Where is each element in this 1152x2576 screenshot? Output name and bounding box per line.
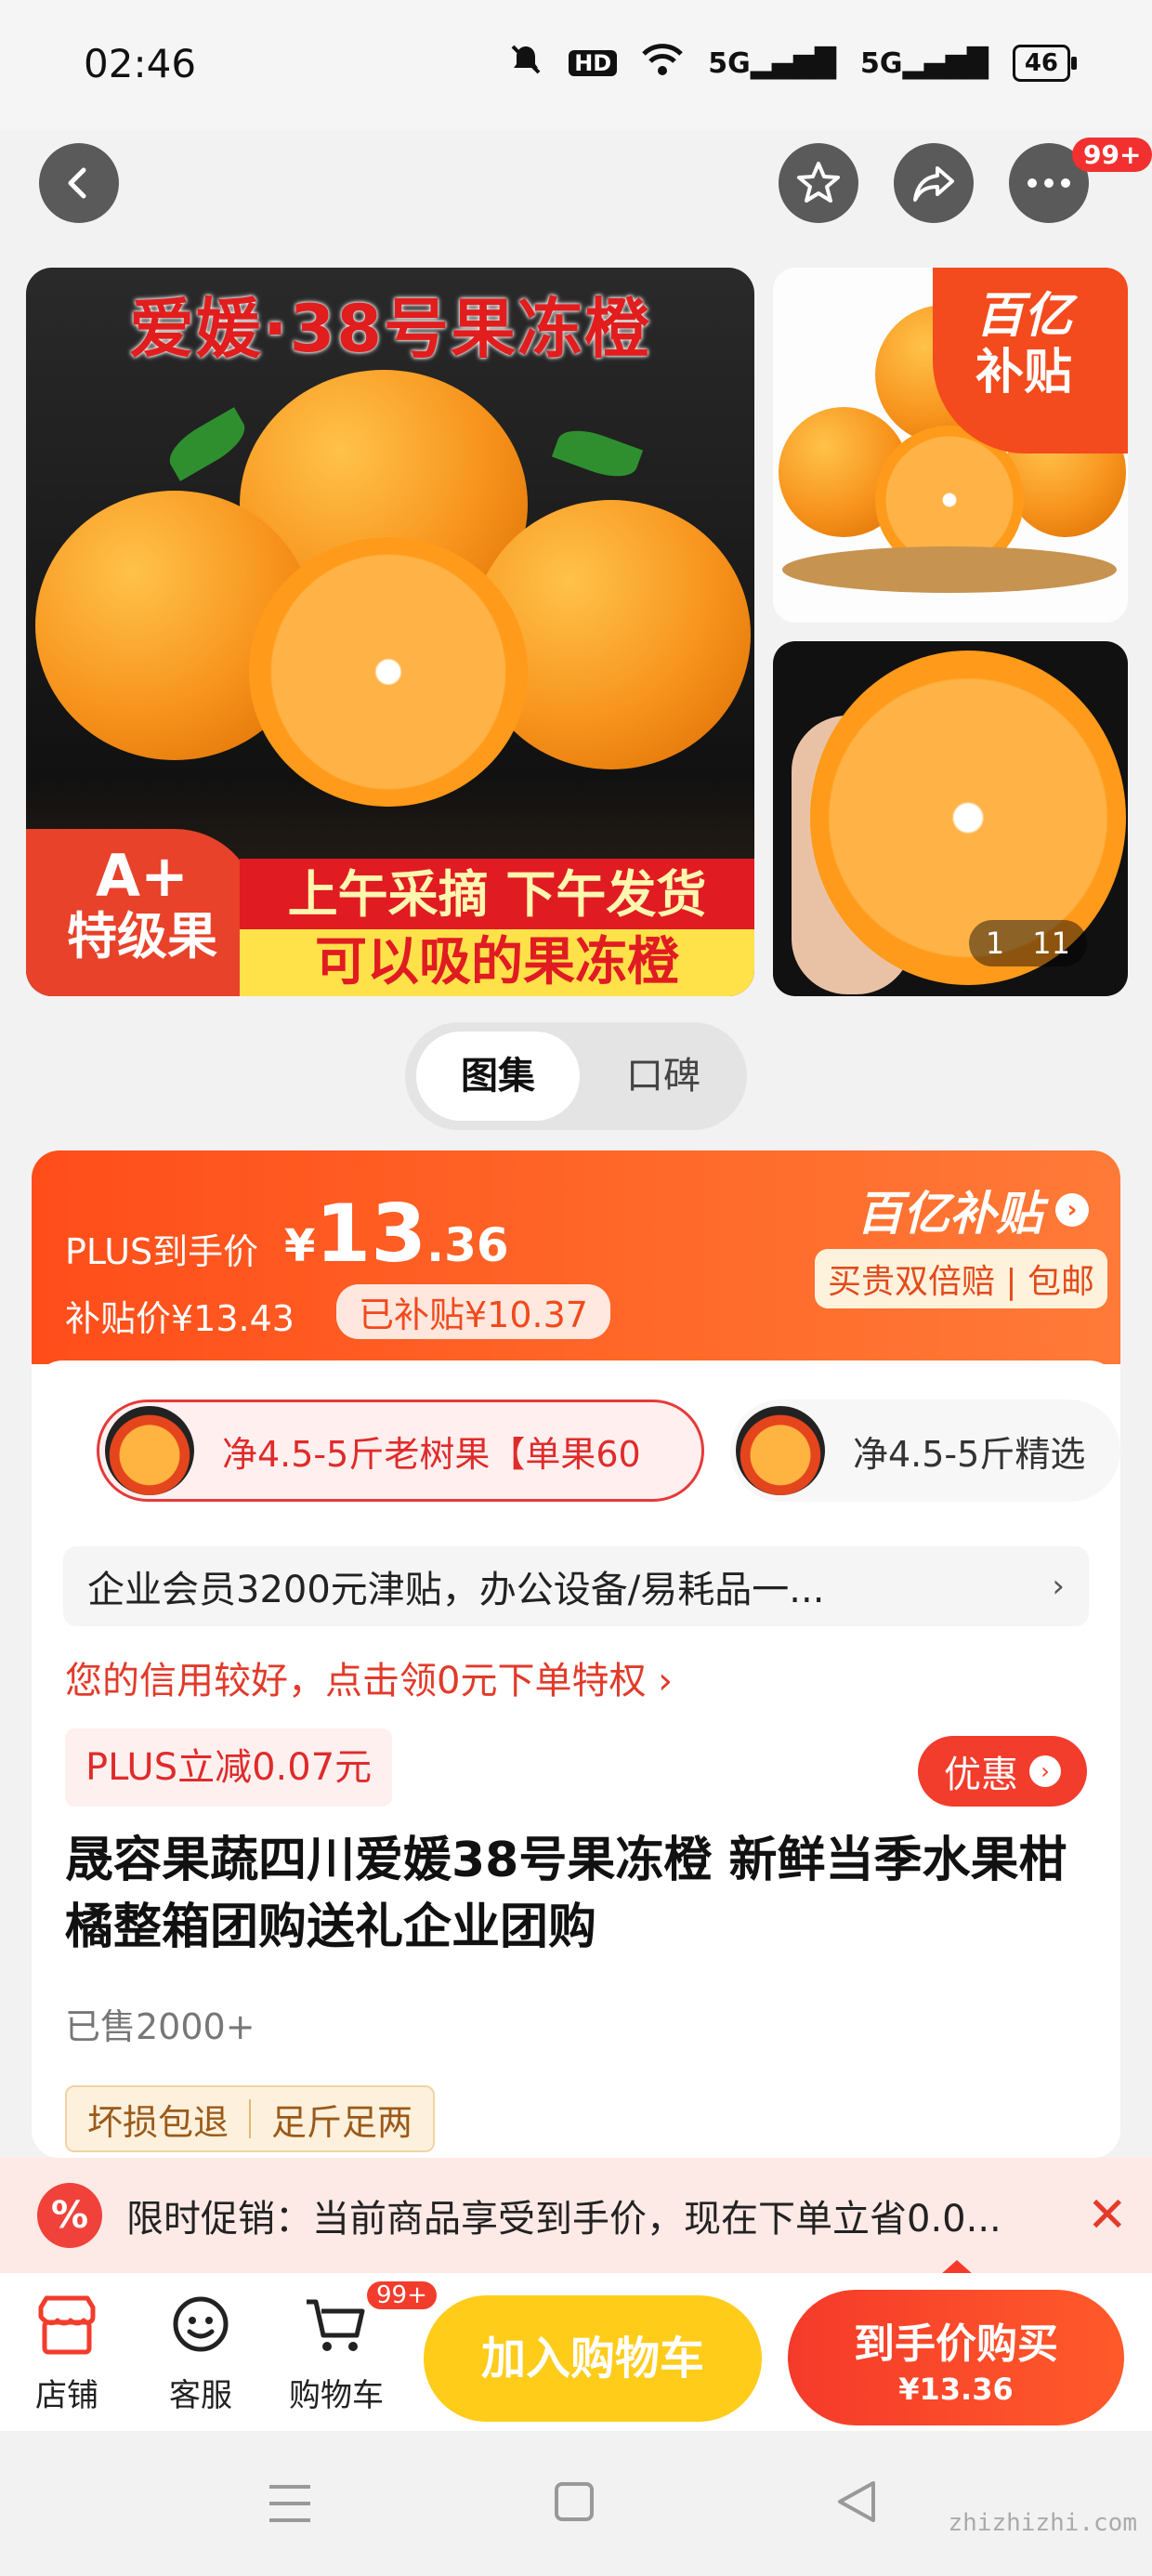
offer-button-label: 优惠 xyxy=(944,1754,1018,1796)
subsidized-amount: 已补贴¥10.37 xyxy=(336,1284,610,1339)
share-button[interactable] xyxy=(894,143,974,223)
customer-service-label: 客服 xyxy=(169,2377,232,2414)
promo-banner[interactable]: % 限时促销：当前商品享受到手价，现在下单立省0.0... ✕ xyxy=(0,2158,1152,2273)
customer-service-button[interactable]: 客服 xyxy=(145,2288,256,2415)
cart-badge: 99+ xyxy=(364,2279,439,2312)
price-integer: 13 xyxy=(315,1188,427,1281)
main-product-image[interactable]: 爱媛·38号果冻橙 A+ 特级果 上午采摘 下午发货 可以吸的果冻橙 xyxy=(26,268,754,996)
image-counter: 1 11 xyxy=(968,920,1087,966)
slogan-banner-1: 上午采摘 下午发货 xyxy=(240,859,754,931)
variant-label: 净4.5-5斤老树果【单果60 xyxy=(222,1433,641,1475)
status-time: 02:46 xyxy=(84,41,197,86)
chevron-right-icon: › xyxy=(1052,1568,1065,1605)
sold-count: 已售2000+ xyxy=(65,2006,255,2047)
chevron-right-icon: › xyxy=(1055,1193,1089,1227)
image-counter-current: 1 xyxy=(985,926,1005,961)
more-icon xyxy=(1028,178,1070,188)
promo-text: 限时促销：当前商品享受到手价，现在下单立省0.0... xyxy=(126,2198,1001,2241)
enterprise-benefit-text: 企业会员3200元津贴，办公设备/易耗品一... xyxy=(87,1569,825,1611)
billion-subsidy-tag-line1: 百亿 xyxy=(975,288,1073,344)
cart-icon: 99+ xyxy=(299,2279,439,2362)
product-title: 晟容果蔬四川爱媛38号果冻橙 新鲜当季水果柑橘整箱团购送礼企业团购 xyxy=(65,1833,1067,1955)
mute-icon xyxy=(507,41,544,85)
leaf-graphic xyxy=(162,407,253,481)
variant-thumbnail xyxy=(105,1406,194,1495)
more-badge: 99+ xyxy=(1072,138,1152,172)
grade-badge-line2: 特级果 xyxy=(67,907,217,966)
home-icon[interactable] xyxy=(554,2481,595,2522)
final-price: ¥13.36 xyxy=(284,1188,509,1281)
service-guarantees[interactable]: 坏损包退 足斤足两 xyxy=(65,2085,436,2152)
battery-icon: 46 xyxy=(1012,45,1078,82)
buy-now-price: ¥13.36 xyxy=(898,2372,1014,2407)
plus-price-label: PLUS到手价 xyxy=(65,1231,259,1272)
guarantee-tag: 足斤足两 xyxy=(271,2101,413,2143)
side-product-image-2[interactable]: 1 11 xyxy=(773,641,1128,996)
guarantee-tag: 坏损包退 xyxy=(87,2101,229,2143)
store-label: 店铺 xyxy=(35,2377,98,2414)
cart-button[interactable]: 99+ 购物车 xyxy=(281,2279,439,2415)
wooden-plate-graphic xyxy=(782,546,1117,593)
discount-icon: % xyxy=(37,2183,102,2248)
variant-option[interactable]: 净4.5-5斤精选 xyxy=(730,1400,1120,1502)
price-decimal: .36 xyxy=(426,1218,509,1272)
star-icon xyxy=(797,162,840,203)
store-icon xyxy=(30,2288,104,2362)
product-details: 净4.5-5斤老树果【单果60 净4.5-5斤精选 企业会员3200元津贴，办公… xyxy=(32,1360,1120,2158)
store-button[interactable]: 店铺 xyxy=(11,2288,123,2415)
variant-thumbnail xyxy=(736,1406,825,1495)
wifi-icon xyxy=(641,43,684,84)
variant-label: 净4.5-5斤精选 xyxy=(853,1433,1086,1475)
billion-subsidy-title: 百亿补贴 xyxy=(857,1187,1042,1241)
image-counter-total: 11 xyxy=(1032,926,1070,961)
status-bar: 02:46 HD 5G▂▄▆█ 5G▂▄▆█ 46 xyxy=(0,0,1152,130)
chevron-right-icon: › xyxy=(1029,1755,1061,1787)
back-icon xyxy=(68,167,86,199)
image-gallery[interactable]: 爱媛·38号果冻橙 A+ 特级果 上午采摘 下午发货 可以吸的果冻橙 百亿 补贴… xyxy=(26,268,1128,996)
buy-now-label: 到手价购买 xyxy=(854,2320,1058,2368)
grade-badge: A+ 特级果 xyxy=(26,829,258,996)
buy-now-button[interactable]: 到手价购买 ¥13.36 xyxy=(788,2290,1124,2425)
grade-badge-line1: A+ xyxy=(96,842,189,910)
side-product-image-1[interactable]: 百亿 补贴 xyxy=(773,268,1128,623)
subsidy-price: 补贴价¥13.43 xyxy=(65,1298,295,1339)
gallery-tabs: 图集 口碑 xyxy=(405,1022,747,1130)
close-icon[interactable]: ✕ xyxy=(1087,2188,1128,2243)
system-navigation-bar xyxy=(0,2431,1152,2576)
chat-icon xyxy=(164,2288,238,2362)
billion-subsidy-link[interactable]: 百亿补贴 › xyxy=(857,1176,1089,1243)
product-info-card: PLUS到手价 ¥13.36 补贴价¥13.43 已补贴¥10.37 百亿补贴 … xyxy=(32,1150,1120,2158)
signal-label: 5G xyxy=(708,46,751,80)
favorite-button[interactable] xyxy=(779,143,858,223)
tab-gallery[interactable]: 图集 xyxy=(416,1032,580,1121)
price-header: PLUS到手价 ¥13.36 补贴价¥13.43 已补贴¥10.37 百亿补贴 … xyxy=(32,1150,1120,1364)
currency-symbol: ¥ xyxy=(284,1220,316,1272)
status-icons: HD 5G▂▄▆█ 5G▂▄▆█ 46 xyxy=(507,41,1078,85)
back-button[interactable] xyxy=(39,143,119,223)
sliced-orange-graphic xyxy=(249,537,528,807)
menu-icon[interactable] xyxy=(268,2483,312,2524)
signal-icon: 5G▂▄▆█ xyxy=(708,46,837,80)
add-to-cart-button[interactable]: 加入购物车 xyxy=(424,2295,762,2422)
plus-discount-tag: PLUS立减0.07元 xyxy=(65,1728,393,1807)
image-title: 爱媛·38号果冻橙 xyxy=(128,291,651,367)
slogan-banner-2: 可以吸的果冻橙 xyxy=(240,929,754,996)
signal-icon: 5G▂▄▆█ xyxy=(860,46,988,80)
back-nav-icon[interactable] xyxy=(836,2479,877,2524)
billion-subsidy-tag-line2: 补贴 xyxy=(975,345,1073,401)
watermark: zhizhizhi.com xyxy=(948,2509,1138,2537)
tab-reviews[interactable]: 口碑 xyxy=(591,1032,736,1121)
credit-privilege-link[interactable]: 您的信用较好，点击领0元下单特权 › xyxy=(65,1650,673,1704)
billion-subsidy-tag: 百亿 补贴 xyxy=(933,268,1128,453)
price-guarantee-pill: 买贵双倍赔 | 包邮 xyxy=(814,1249,1107,1308)
bottom-action-bar: 店铺 客服 99+ 购物车 加入购物车 到手价购买 ¥13.36 xyxy=(0,2273,1152,2431)
leaf-graphic xyxy=(551,421,644,486)
enterprise-benefit-banner[interactable]: 企业会员3200元津贴，办公设备/易耗品一... › xyxy=(63,1546,1089,1626)
signal-label: 5G xyxy=(860,46,903,80)
variant-option-selected[interactable]: 净4.5-5斤老树果【单果60 xyxy=(97,1400,704,1502)
cart-label: 购物车 xyxy=(289,2377,384,2414)
offer-button[interactable]: 优惠 › xyxy=(918,1736,1087,1807)
share-icon xyxy=(913,166,954,202)
hd-icon: HD xyxy=(569,50,618,76)
